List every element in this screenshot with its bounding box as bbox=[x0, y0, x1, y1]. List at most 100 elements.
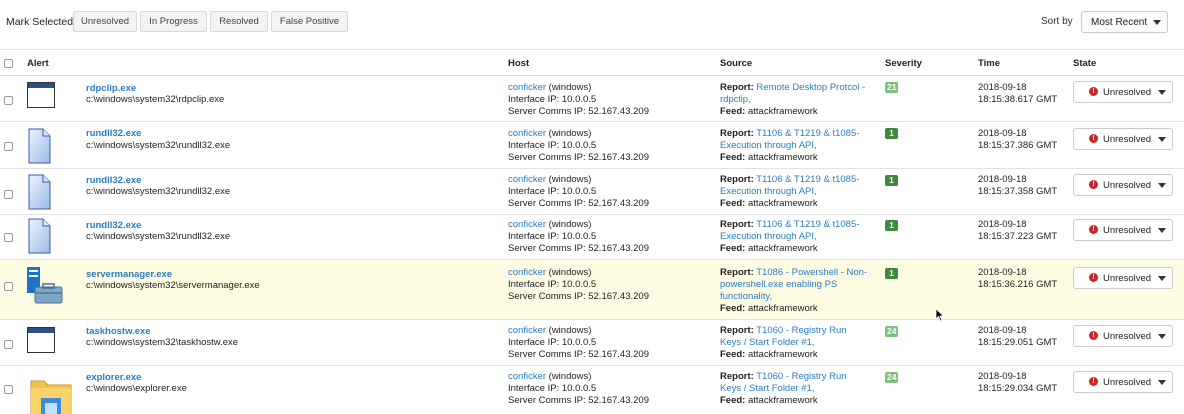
host-link[interactable]: conficker bbox=[508, 128, 546, 139]
row-checkbox[interactable] bbox=[4, 340, 13, 349]
alert-process-link[interactable]: taskhostw.exe bbox=[86, 326, 151, 337]
state-dropdown[interactable]: ! Unresolved bbox=[1073, 371, 1173, 393]
sort-by-label: Sort by bbox=[1041, 16, 1073, 27]
sort-value: Most Recent bbox=[1091, 16, 1148, 28]
column-host: Host bbox=[508, 58, 530, 69]
table-row[interactable]: taskhostw.exe c:\windows\system32\taskho… bbox=[0, 320, 1184, 366]
interface-ip: Interface IP: 10.0.0.5 bbox=[508, 231, 597, 242]
state-label: Unresolved bbox=[1103, 273, 1152, 284]
alert-process-link[interactable]: rundll32.exe bbox=[86, 128, 141, 139]
alert-process-link[interactable]: servermanager.exe bbox=[86, 269, 172, 280]
server-comms-ip: Server Comms IP: 52.167.43.209 bbox=[508, 198, 649, 209]
host-os: (windows) bbox=[546, 267, 592, 278]
host-link[interactable]: conficker bbox=[508, 219, 546, 230]
mark-in-progress-button[interactable]: In Progress bbox=[140, 11, 207, 32]
alert-process-link[interactable]: rdpclip.exe bbox=[86, 83, 136, 94]
alert-path: c:\windows\system32\rundll32.exe bbox=[86, 186, 231, 197]
host-link[interactable]: conficker bbox=[508, 325, 546, 336]
source-cell: Report: Remote Desktop Protcol - rdpclip… bbox=[720, 82, 870, 118]
row-checkbox[interactable] bbox=[4, 96, 13, 105]
mark-unresolved-button[interactable]: Unresolved bbox=[73, 11, 137, 32]
host-os: (windows) bbox=[546, 82, 592, 93]
feed-name: attackframework bbox=[745, 152, 818, 163]
host-cell: conficker (windows) Interface IP: 10.0.0… bbox=[508, 128, 649, 164]
alert-circle-icon: ! bbox=[1089, 377, 1098, 386]
server-comms-ip: Server Comms IP: 52.167.43.209 bbox=[508, 349, 649, 360]
table-row[interactable]: servermanager.exe c:\windows\system32\se… bbox=[0, 260, 1184, 322]
state-dropdown[interactable]: ! Unresolved bbox=[1073, 174, 1173, 196]
source-cell: Report: T1060 - Registry Run Keys / Star… bbox=[720, 371, 870, 407]
row-checkbox[interactable] bbox=[4, 282, 13, 291]
table-row[interactable]: rundll32.exe c:\windows\system32\rundll3… bbox=[0, 215, 1184, 260]
table-row[interactable]: rundll32.exe c:\windows\system32\rundll3… bbox=[0, 169, 1184, 215]
document-icon bbox=[28, 174, 51, 210]
select-all-checkbox[interactable] bbox=[4, 59, 13, 68]
alert-process-link[interactable]: rundll32.exe bbox=[86, 175, 141, 186]
table-row[interactable]: rundll32.exe c:\windows\system32\rundll3… bbox=[0, 122, 1184, 169]
row-checkbox[interactable] bbox=[4, 233, 13, 242]
host-link[interactable]: conficker bbox=[508, 174, 546, 185]
report-label: Report: bbox=[720, 267, 754, 278]
feed-label: Feed: bbox=[720, 395, 746, 406]
sort-select[interactable]: Most Recent bbox=[1081, 11, 1168, 33]
row-checkbox[interactable] bbox=[4, 190, 13, 199]
alert-date: 2018-09-18 bbox=[978, 325, 1027, 336]
feed-label: Feed: bbox=[720, 243, 746, 254]
interface-ip: Interface IP: 10.0.0.5 bbox=[508, 186, 597, 197]
row-checkbox[interactable] bbox=[4, 142, 13, 151]
time-cell: 2018-09-18 18:15:36.216 GMT bbox=[978, 267, 1057, 291]
alert-path: c:\windows\system32\rdpclip.exe bbox=[86, 94, 225, 105]
time-cell: 2018-09-18 18:15:29.034 GMT bbox=[978, 371, 1057, 395]
alert-path: c:\windows\system32\rundll32.exe bbox=[86, 231, 231, 242]
feed-name: attackframework bbox=[745, 303, 818, 314]
host-link[interactable]: conficker bbox=[508, 267, 546, 278]
time-cell: 2018-09-18 18:15:29.051 GMT bbox=[978, 325, 1057, 349]
server-comms-ip: Server Comms IP: 52.167.43.209 bbox=[508, 291, 649, 302]
document-icon bbox=[28, 128, 51, 164]
alert-time: 18:15:29.051 GMT bbox=[978, 337, 1058, 348]
alert-process-link[interactable]: explorer.exe bbox=[86, 372, 141, 383]
column-severity: Severity bbox=[885, 58, 922, 69]
chevron-down-icon bbox=[1158, 228, 1166, 233]
server-comms-ip: Server Comms IP: 52.167.43.209 bbox=[508, 152, 649, 163]
state-dropdown[interactable]: ! Unresolved bbox=[1073, 267, 1173, 289]
feed-label: Feed: bbox=[720, 152, 746, 163]
severity-badge: 1 bbox=[885, 220, 898, 231]
interface-ip: Interface IP: 10.0.0.5 bbox=[508, 383, 597, 394]
document-icon bbox=[28, 218, 51, 254]
time-cell: 2018-09-18 18:15:38.617 GMT bbox=[978, 82, 1057, 106]
interface-ip: Interface IP: 10.0.0.5 bbox=[508, 94, 597, 105]
feed-name: attackframework bbox=[745, 395, 818, 406]
server-comms-ip: Server Comms IP: 52.167.43.209 bbox=[508, 243, 649, 254]
mark-selected-label: Mark Selected bbox=[6, 16, 74, 28]
alert-circle-icon: ! bbox=[1089, 134, 1098, 143]
table-row[interactable]: explorer.exe c:\windows\explorer.exe con… bbox=[0, 366, 1184, 414]
host-cell: conficker (windows) Interface IP: 10.0.0… bbox=[508, 371, 649, 407]
table-row[interactable]: rdpclip.exe c:\windows\system32\rdpclip.… bbox=[0, 76, 1184, 122]
host-link[interactable]: conficker bbox=[508, 371, 546, 382]
alert-path: c:\windows\system32\taskhostw.exe bbox=[86, 337, 239, 348]
feed-name: attackframework bbox=[745, 243, 818, 254]
report-label: Report: bbox=[720, 128, 754, 139]
alert-time: 18:15:29.034 GMT bbox=[978, 383, 1058, 394]
alert-process-link[interactable]: rundll32.exe bbox=[86, 220, 141, 231]
row-checkbox[interactable] bbox=[4, 385, 13, 394]
interface-ip: Interface IP: 10.0.0.5 bbox=[508, 140, 597, 151]
host-os: (windows) bbox=[546, 371, 592, 382]
alert-path: c:\windows\system32\rundll32.exe bbox=[86, 140, 231, 151]
state-dropdown[interactable]: ! Unresolved bbox=[1073, 81, 1173, 103]
host-cell: conficker (windows) Interface IP: 10.0.0… bbox=[508, 325, 649, 361]
mark-false-positive-button[interactable]: False Positive bbox=[271, 11, 348, 32]
host-os: (windows) bbox=[546, 219, 592, 230]
chevron-down-icon bbox=[1158, 90, 1166, 95]
report-label: Report: bbox=[720, 371, 754, 382]
state-dropdown[interactable]: ! Unresolved bbox=[1073, 128, 1173, 150]
state-dropdown[interactable]: ! Unresolved bbox=[1073, 325, 1173, 347]
state-dropdown[interactable]: ! Unresolved bbox=[1073, 219, 1173, 241]
alert-circle-icon: ! bbox=[1089, 225, 1098, 234]
host-os: (windows) bbox=[546, 174, 592, 185]
alert-date: 2018-09-18 bbox=[978, 174, 1027, 185]
feed-label: Feed: bbox=[720, 349, 746, 360]
mark-resolved-button[interactable]: Resolved bbox=[210, 11, 268, 32]
host-link[interactable]: conficker bbox=[508, 82, 546, 93]
